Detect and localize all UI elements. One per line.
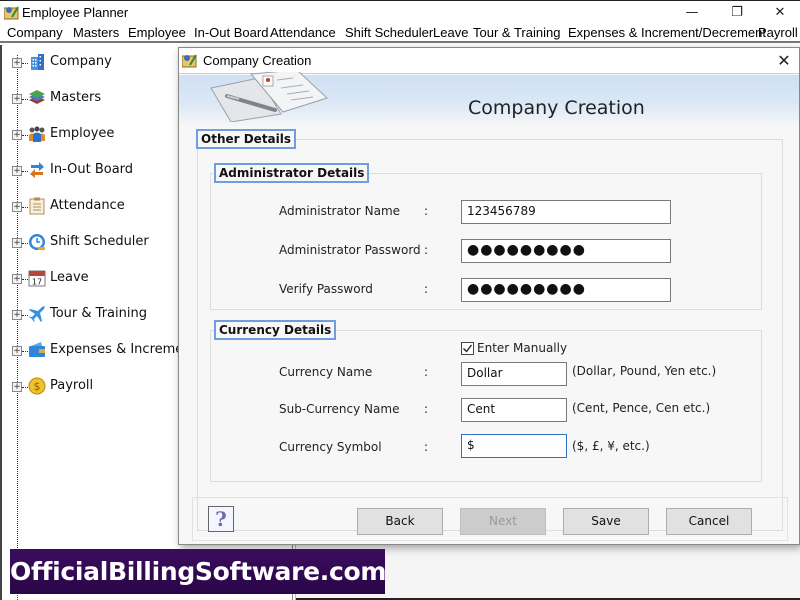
svg-text:$: $ — [34, 380, 41, 393]
tree-label: Attendance — [50, 198, 125, 213]
company-creation-dialog: Company Creation ✕ Company Creation Othe… — [178, 47, 800, 545]
administrator-details-legend: Administrator Details — [214, 163, 370, 183]
airplane-icon — [29, 306, 45, 322]
building-icon — [31, 54, 44, 70]
documents-pen-illustration — [210, 72, 328, 122]
menu-masters[interactable]: Masters — [73, 25, 119, 40]
app-icon — [4, 6, 19, 20]
expand-icon[interactable]: + — [12, 130, 22, 140]
tree-label: Company — [50, 54, 112, 69]
layers-icon — [29, 90, 45, 104]
app-title: Employee Planner — [22, 5, 129, 20]
back-button[interactable]: Back — [357, 508, 443, 535]
expand-icon[interactable]: + — [12, 166, 22, 176]
tree-item-in-out-board[interactable]: + In-Out Board — [2, 160, 192, 182]
currency-symbol-input[interactable]: $ — [461, 434, 567, 458]
minimize-button[interactable]: — — [672, 1, 712, 24]
administrator-name-label: Administrator Name — [279, 204, 401, 218]
menu-shift-scheduler[interactable]: Shift Scheduler — [345, 25, 433, 40]
sub-currency-name-input[interactable]: Cent — [461, 398, 567, 422]
menu-employee[interactable]: Employee — [128, 25, 186, 40]
next-button[interactable]: Next — [460, 508, 546, 535]
currency-name-hint: (Dollar, Pound, Yen etc.) — [572, 364, 717, 378]
dialog-icon — [182, 54, 197, 68]
administrator-name-input[interactable]: 123456789 — [461, 200, 671, 224]
tree-item-expenses[interactable]: + Expenses & Increment/Decrement — [2, 340, 192, 362]
expand-icon[interactable]: + — [12, 274, 22, 284]
menu-company[interactable]: Company — [7, 25, 63, 40]
maximize-button[interactable]: ❐ — [717, 1, 757, 24]
enter-manually-checkbox[interactable] — [461, 342, 474, 355]
tree-item-attendance[interactable]: + Attendance — [2, 196, 192, 218]
other-details-legend: Other Details — [196, 129, 297, 149]
menu-in-out-board[interactable]: In-Out Board — [194, 25, 268, 40]
currency-symbol-hint: ($, £, ¥, etc.) — [572, 439, 650, 453]
enter-manually-label[interactable]: Enter Manually — [477, 341, 567, 355]
verify-password-label: Verify Password — [279, 282, 373, 296]
clipboard-icon — [29, 197, 45, 215]
currency-details-legend: Currency Details — [214, 320, 337, 340]
close-window-button[interactable]: ✕ — [760, 1, 800, 24]
tree-label: Payroll — [50, 378, 94, 393]
tree-label: Shift Scheduler — [50, 234, 149, 249]
tree-label: Leave — [50, 270, 89, 285]
app-titlebar: Employee Planner — ❐ ✕ — [0, 0, 800, 23]
administrator-password-input[interactable]: ●●●●●●●●● — [461, 239, 671, 263]
menu-leave[interactable]: Leave — [433, 25, 468, 40]
help-button[interactable]: ? — [208, 506, 234, 532]
dialog-heading: Company Creation — [468, 97, 645, 119]
currency-name-label: Currency Name — [279, 365, 373, 379]
menu-attendance[interactable]: Attendance — [270, 25, 336, 40]
tree-item-payroll[interactable]: + $ Payroll — [2, 376, 192, 398]
expand-icon[interactable]: + — [12, 310, 22, 320]
navigation-tree: + Company + Masters + Employee + In-Out … — [0, 45, 180, 600]
tree-label: Tour & Training — [50, 306, 147, 321]
tree-label: Expenses & Increment/Decrement — [50, 342, 180, 357]
dollar-coin-icon: $ — [28, 377, 46, 395]
expand-icon[interactable]: + — [12, 58, 22, 68]
tree-label: In-Out Board — [50, 162, 134, 177]
administrator-password-label: Administrator Password — [279, 243, 421, 257]
tree-item-employee[interactable]: + Employee — [2, 124, 192, 146]
tree-item-masters[interactable]: + Masters — [2, 88, 192, 110]
people-icon — [29, 126, 45, 142]
svg-text:17: 17 — [32, 278, 42, 287]
dialog-close-button[interactable]: ✕ — [773, 50, 795, 72]
tree-label: Employee — [50, 126, 115, 141]
clock-icon — [29, 234, 45, 250]
cancel-button[interactable]: Cancel — [666, 508, 752, 535]
expand-icon[interactable]: + — [12, 238, 22, 248]
expand-icon[interactable]: + — [12, 382, 22, 392]
expand-icon[interactable]: + — [12, 346, 22, 356]
dialog-banner: Company Creation — [179, 72, 799, 127]
tree-item-leave[interactable]: + 17 Leave — [2, 268, 192, 290]
swap-arrows-icon — [30, 162, 44, 178]
wallet-icon — [29, 342, 45, 357]
menu-payroll[interactable]: Payroll — [758, 25, 798, 40]
watermark-banner: OfficialBillingSoftware.com — [10, 549, 386, 594]
expand-icon[interactable]: + — [12, 202, 22, 212]
verify-password-input[interactable]: ●●●●●●●●● — [461, 278, 671, 302]
checkmark-icon — [463, 344, 473, 353]
save-button[interactable]: Save — [563, 508, 649, 535]
menu-tour-training[interactable]: Tour & Training — [473, 25, 560, 40]
currency-name-input[interactable]: Dollar — [461, 362, 567, 386]
tree-item-tour-training[interactable]: + Tour & Training — [2, 304, 192, 326]
currency-symbol-label: Currency Symbol — [279, 440, 382, 454]
expand-icon[interactable]: + — [12, 94, 22, 104]
dialog-titlebar: Company Creation ✕ — [179, 48, 799, 74]
calendar-icon: 17 — [28, 270, 46, 287]
menu-bar: Company Masters Employee In-Out Board At… — [0, 23, 800, 43]
tree-item-company[interactable]: + Company — [2, 52, 192, 74]
menu-expenses[interactable]: Expenses & Increment/Decrement — [568, 25, 766, 40]
tree-label: Masters — [50, 90, 102, 105]
sub-currency-name-hint: (Cent, Pence, Cen etc.) — [572, 401, 711, 415]
dialog-title: Company Creation — [203, 53, 312, 68]
tree-item-shift-scheduler[interactable]: + Shift Scheduler — [2, 232, 192, 254]
sub-currency-name-label: Sub-Currency Name — [279, 402, 400, 416]
